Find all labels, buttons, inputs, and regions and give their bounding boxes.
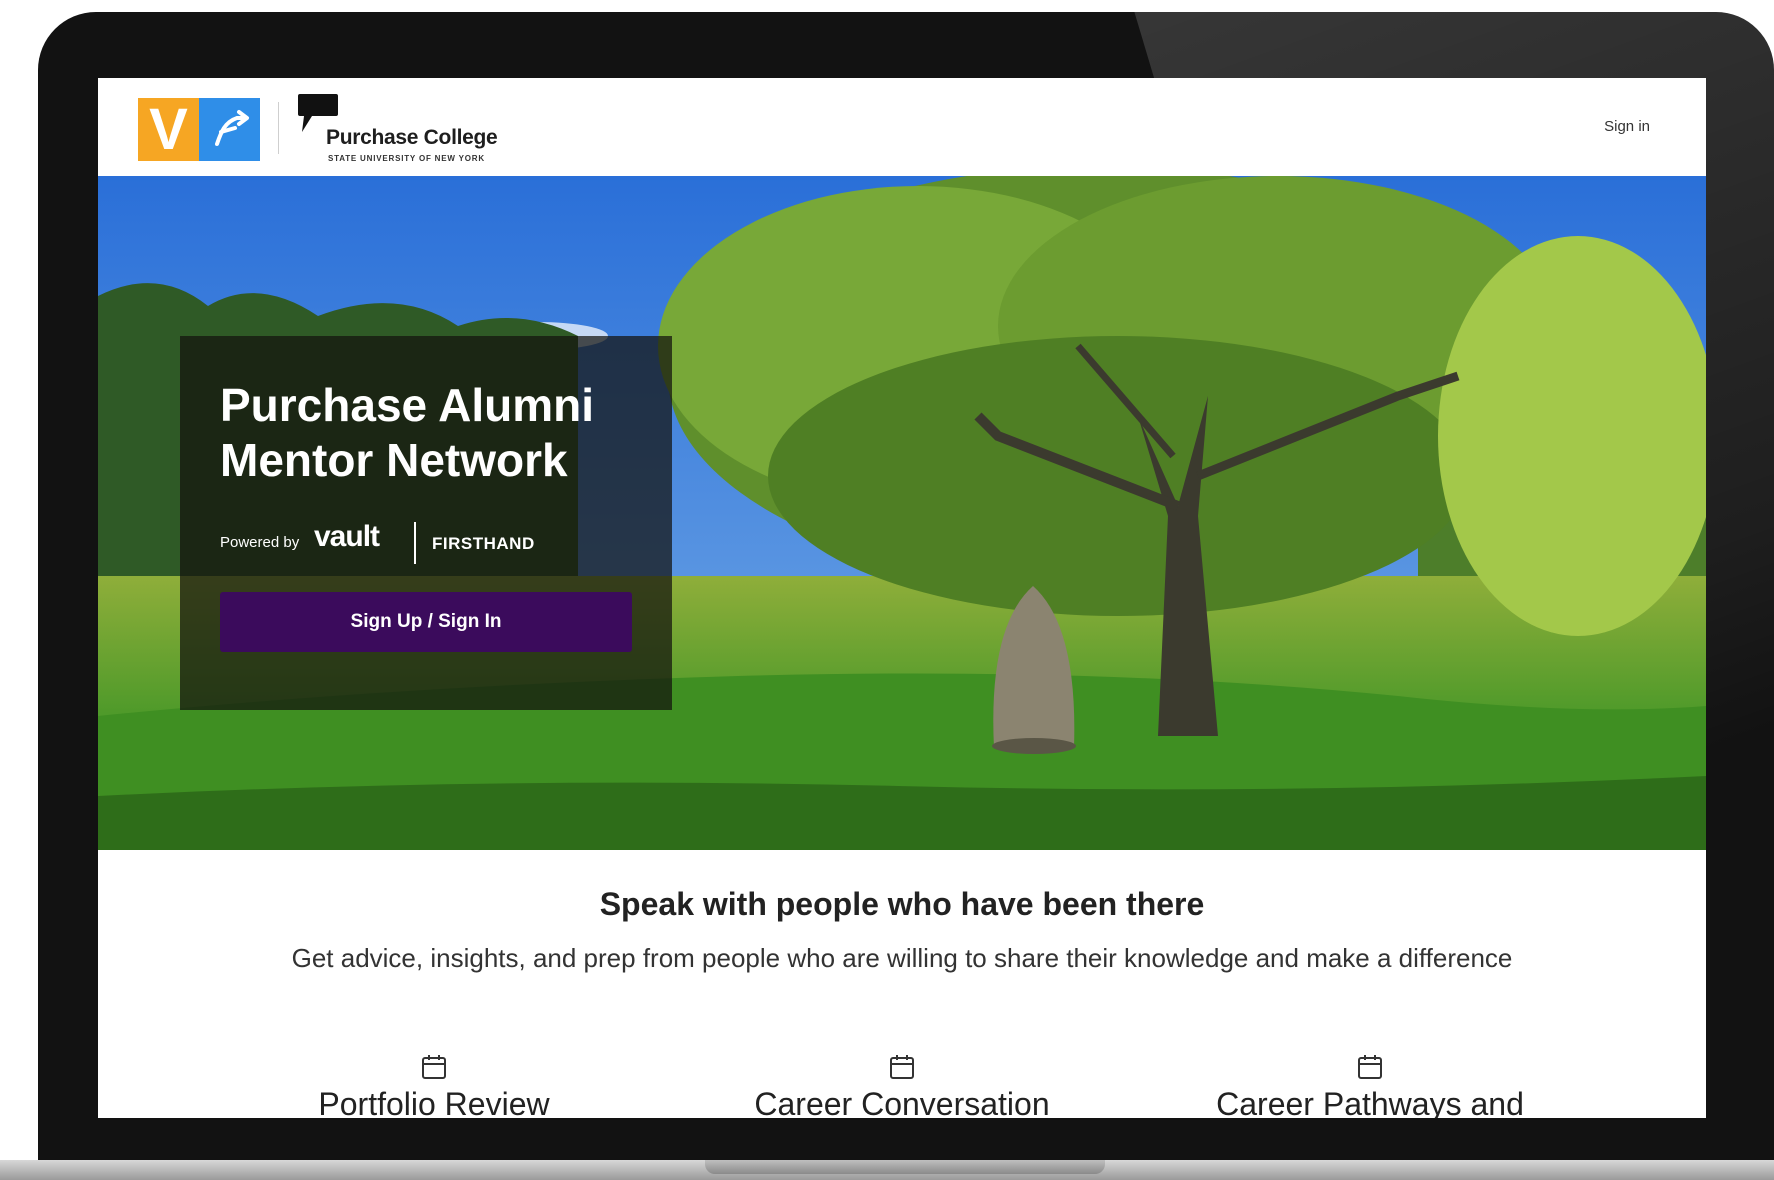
brand-divider bbox=[414, 522, 416, 564]
logo-divider bbox=[278, 102, 279, 154]
calendar-icon bbox=[1358, 1055, 1382, 1079]
hero-banner: Purchase Alumni Mentor Network Powered b… bbox=[98, 176, 1706, 850]
calendar-icon bbox=[422, 1055, 446, 1079]
vault-firsthand-logo[interactable]: V bbox=[138, 98, 260, 161]
laptop-base-notch bbox=[705, 1160, 1105, 1174]
feature-label: Career Pathways and bbox=[1216, 1086, 1524, 1118]
browser-screen: V Purchase College STATE UNIVERSITY OF N… bbox=[98, 78, 1706, 1118]
powered-by-label: Powered by bbox=[220, 534, 300, 551]
vault-logo: vault bbox=[314, 520, 380, 553]
section-subtitle: Get advice, insights, and prep from peop… bbox=[291, 943, 1513, 973]
feature-label: Portfolio Review bbox=[318, 1086, 550, 1118]
college-name: Purchase College bbox=[326, 126, 498, 149]
section-title: Speak with people who have been there bbox=[599, 886, 1205, 922]
powered-by-row: Powered by vault FIRSTHAND bbox=[220, 520, 640, 566]
calendar-icon bbox=[890, 1055, 914, 1079]
hero-overlay-card: Purchase Alumni Mentor Network Powered b… bbox=[180, 336, 672, 710]
college-subtitle: STATE UNIVERSITY OF NEW YORK bbox=[328, 154, 485, 163]
sign-up-sign-in-button[interactable]: Sign Up / Sign In bbox=[220, 592, 632, 652]
hero-title: Purchase Alumni Mentor Network bbox=[220, 379, 595, 486]
site-header: V Purchase College STATE UNIVERSITY OF N… bbox=[98, 78, 1706, 176]
firsthand-arrow-icon bbox=[199, 98, 260, 161]
firsthand-logo: FIRSTHAND bbox=[432, 534, 535, 553]
sign-in-link[interactable]: Sign in bbox=[1604, 118, 1650, 135]
purchase-college-logo[interactable]: Purchase College STATE UNIVERSITY OF NEW… bbox=[296, 92, 526, 164]
vf-v-mark: V bbox=[138, 98, 199, 161]
feature-career-conversation[interactable]: Career Conversation bbox=[692, 1054, 1112, 1118]
feature-career-pathways[interactable]: Career Pathways and bbox=[1160, 1054, 1580, 1118]
feature-label: Career Conversation bbox=[754, 1086, 1050, 1118]
feature-portfolio-review[interactable]: Portfolio Review bbox=[224, 1054, 644, 1118]
